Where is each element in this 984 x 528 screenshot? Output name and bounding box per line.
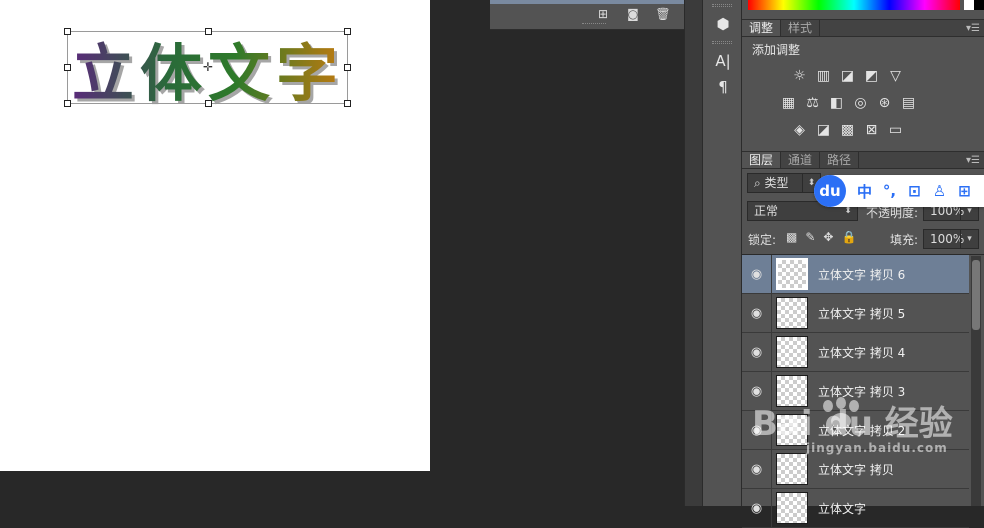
transform-pivot-icon[interactable]: ✛ [202,61,214,73]
white-swatch[interactable] [964,0,974,10]
baidu-jingyan-watermark: Bai du 经验 jingyan.baidu.com [752,404,953,455]
grid-menu-icon[interactable]: ⊞ [952,182,977,200]
eye-icon[interactable]: ◉ [742,449,772,489]
photo-filter-icon[interactable]: ◎ [851,93,870,112]
canvas-area[interactable]: 立体文字 ✛ [0,0,700,506]
chevron-down-icon[interactable]: ▾ [960,230,978,248]
toolbox-icon[interactable]: ⊡ [902,182,927,200]
lock-pixels-icon[interactable]: ✎ [805,230,815,244]
scrollbar-thumb[interactable] [972,260,980,330]
character-icon[interactable]: A| [703,48,743,74]
layer-row[interactable]: ◉ 立体文字 [742,488,969,528]
collapsed-panel-strip: ⬢ A| ¶ [702,0,742,506]
black-white-icon[interactable]: ◧ [827,93,846,112]
chinese-mode-toggle[interactable]: 中 [852,181,877,202]
layer-row[interactable]: ◉ 立体文字 拷贝 4 [742,332,969,372]
layer-thumbnail [776,453,808,485]
trash-icon[interactable]: 🗑 [654,7,672,21]
layers-scrollbar[interactable] [971,256,981,506]
layer-thumbnail [776,297,808,329]
layer-name: 立体文字 拷贝 5 [818,306,906,321]
canvas-vertical-scrollbar[interactable] [684,0,702,506]
tab-layers[interactable]: 图层 [742,152,782,168]
eye-icon[interactable]: ◉ [742,488,772,528]
vibrance-icon[interactable]: ▽ [886,66,905,85]
threshold-icon[interactable]: ▩ [838,120,857,139]
curves-icon[interactable]: ◪ [838,66,857,85]
fill-label: 填充: [890,233,919,247]
tab-channels[interactable]: 通道 [781,152,821,168]
transform-handle-top-right[interactable] [344,28,351,35]
brightness-contrast-icon[interactable]: ☼ [790,66,809,85]
tab-styles[interactable]: 样式 [781,20,821,36]
transform-handle-bottom-right[interactable] [344,100,351,107]
new-snapshot-icon[interactable]: ⊞ [594,7,612,21]
user-icon[interactable]: ♙ [927,182,952,200]
panel-grip[interactable] [712,4,732,7]
eye-icon[interactable]: ◉ [742,254,772,294]
eye-icon[interactable]: ◉ [742,332,772,372]
layer-thumbnail [776,336,808,368]
channel-mixer-icon[interactable]: ⊛ [875,93,894,112]
gradient-map-icon[interactable]: ▭ [886,120,905,139]
panel-grip[interactable] [712,41,732,44]
color-spectrum-bar[interactable] [748,0,960,10]
panel-menu-icon[interactable]: ▾☰ [966,152,984,168]
color-balance-icon[interactable]: ⚖ [803,93,822,112]
adjustments-title: 添加调整 [752,43,801,57]
exposure-icon[interactable]: ◩ [862,66,881,85]
panel-scroll-bar[interactable] [490,0,703,4]
punctuation-toggle[interactable]: °, [877,182,902,200]
transform-handle-bottom[interactable] [205,100,212,107]
ime-toolbar: du 中 °, ⊡ ♙ ⊞ [814,175,984,207]
posterize-icon[interactable]: ◪ [814,120,833,139]
layer-filter-select[interactable]: ⌕ 类型 ⬍ [747,173,821,193]
paragraph-icon[interactable]: ¶ [703,74,743,100]
levels-icon[interactable]: ▥ [814,66,833,85]
black-swatch[interactable] [974,0,984,10]
3d-cube-icon[interactable]: ⬢ [703,11,743,37]
layer-name: 立体文字 拷贝 [818,462,894,477]
lock-transparent-icon[interactable]: ▩ [786,230,797,244]
search-icon: ⌕ [754,176,765,190]
transform-handle-left[interactable] [64,64,71,71]
eye-icon[interactable]: ◉ [742,293,772,333]
layer-row[interactable]: ◉ 立体文字 拷贝 [742,449,969,489]
panel-grip[interactable] [582,23,606,26]
layer-name: 立体文字 [818,501,867,516]
layer-row[interactable]: ◉ 立体文字 拷贝 5 [742,293,969,333]
fill-input[interactable]: 100% ▾ [923,229,979,249]
du-logo-icon[interactable]: du [814,175,846,207]
layer-name: 立体文字 拷贝 6 [818,267,906,282]
lock-position-icon[interactable]: ✥ [823,230,833,244]
layers-tabbar: 图层 通道 路径 ▾☰ [742,151,984,169]
lock-label: 锁定: [748,233,777,247]
layer-name: 立体文字 拷贝 4 [818,345,906,360]
document-canvas[interactable]: 立体文字 ✛ [0,0,430,471]
lock-all-icon[interactable]: 🔒 [841,230,856,244]
camera-icon[interactable]: ◙ [624,7,642,21]
layer-thumbnail [776,258,808,290]
transform-handle-top-left[interactable] [64,28,71,35]
layer-thumbnail [776,492,808,524]
selective-color-icon[interactable]: ⊠ [862,120,881,139]
tab-paths[interactable]: 路径 [820,152,860,168]
hue-saturation-icon[interactable]: ▦ [779,93,798,112]
history-panel-footer: ⊞ ◙ 🗑 ⋰ [490,0,703,30]
transform-handle-top[interactable] [205,28,212,35]
transform-handle-bottom-left[interactable] [64,100,71,107]
adjustments-tabbar: 调整 样式 ▾☰ [742,19,984,37]
tab-adjustments[interactable]: 调整 [742,20,782,36]
color-lookup-icon[interactable]: ▤ [899,93,918,112]
layer-row[interactable]: ◉ 立体文字 拷贝 6 [742,254,969,294]
invert-icon[interactable]: ◈ [790,120,809,139]
transform-handle-right[interactable] [344,64,351,71]
panel-menu-icon[interactable]: ▾☰ [966,20,984,36]
